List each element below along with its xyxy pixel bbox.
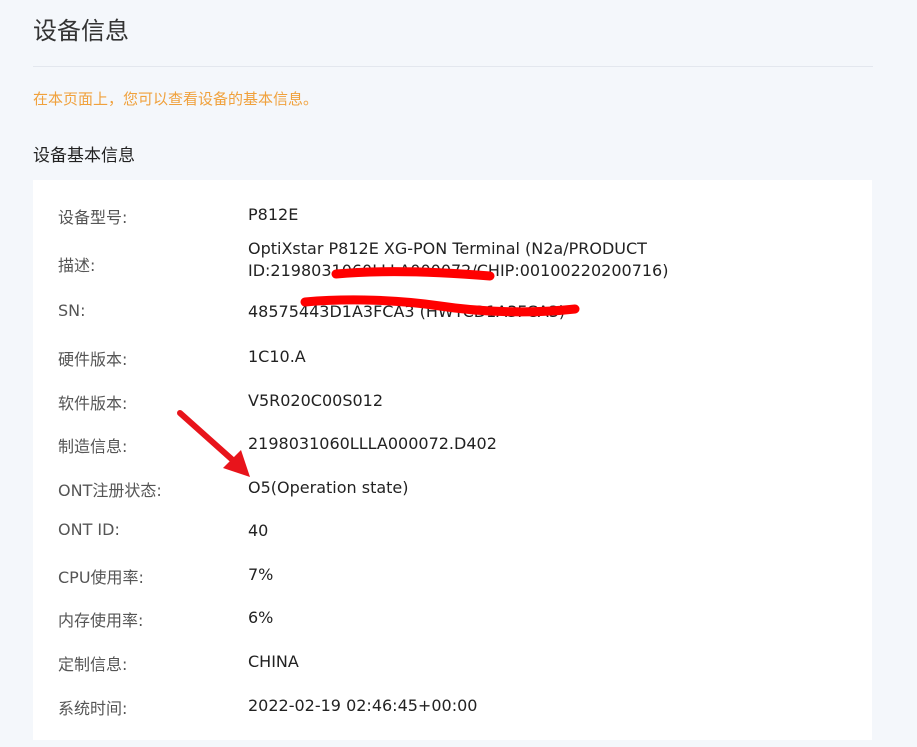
cpu-usage-value: 7%	[248, 565, 274, 584]
info-row-sn: SN: 4857544​3D1A3FCA3 (HWTC​D1A3FCA3)	[33, 299, 872, 323]
page-title: 设备信息	[33, 17, 129, 45]
title-divider	[33, 66, 873, 67]
info-row-cpu-usage: CPU使用率: 7%	[33, 562, 872, 587]
info-row-ont-id: ONT ID: 40	[33, 518, 872, 542]
info-row-ont-register-state: ONT注册状态: O5(Operation state)	[33, 475, 872, 500]
manufacture-info-value: 2198031060LLLA000072.D402	[248, 434, 497, 453]
section-title: 设备基本信息	[33, 146, 135, 166]
info-row-model: 设备型号: P812E	[33, 202, 872, 227]
software-version-value: V5R020C00S012	[248, 391, 384, 410]
sn-label: SN:	[58, 301, 86, 320]
description-line-2: ID:21980310​60LLLA000072/CHIP:0010022020…	[248, 261, 669, 280]
manufacture-info-label: 制造信息:	[58, 437, 128, 456]
device-info-page: 设备信息 在本页面上，您可以查看设备的基本信息。 设备基本信息 设备型号: P8…	[0, 0, 917, 747]
cpu-usage-label: CPU使用率:	[58, 568, 144, 587]
ont-register-state-label: ONT注册状态:	[58, 481, 162, 500]
model-value: P812E	[248, 205, 299, 224]
hardware-version-value: 1C10.A	[248, 347, 306, 366]
custom-info-label: 定制信息:	[58, 655, 128, 674]
memory-usage-value: 6%	[248, 608, 274, 627]
software-version-label: 软件版本:	[58, 394, 128, 413]
hardware-version-label: 硬件版本:	[58, 350, 128, 369]
ont-id-label: ONT ID:	[58, 520, 120, 539]
description-label: 描述:	[58, 256, 96, 275]
model-label: 设备型号:	[58, 208, 128, 227]
info-row-hardware-version: 硬件版本: 1C10.A	[33, 344, 872, 369]
description-line-1: OptiXstar P812E XG-PON Terminal (N2a/PRO…	[248, 239, 647, 258]
device-info-card: 设备型号: P812E 描述: OptiXstar P812E XG-PON T…	[33, 180, 872, 740]
info-row-manufacture-info: 制造信息: 2198031060LLLA000072.D402	[33, 431, 872, 456]
page-hint: 在本页面上，您可以查看设备的基本信息。	[33, 90, 319, 108]
ont-register-state-value: O5(Operation state)	[248, 478, 409, 497]
info-row-custom-info: 定制信息: CHINA	[33, 649, 872, 674]
info-row-memory-usage: 内存使用率: 6%	[33, 605, 872, 630]
description-value: OptiXstar P812E XG-PON Terminal (N2a/PRO…	[248, 238, 848, 282]
info-row-software-version: 软件版本: V5R020C00S012	[33, 388, 872, 413]
custom-info-value: CHINA	[248, 652, 299, 671]
info-row-system-time: 系统时间: 2022-02-19 02:46:45+00:00	[33, 693, 872, 718]
info-row-description: 描述: OptiXstar P812E XG-PON Terminal (N2a…	[33, 238, 872, 288]
system-time-label: 系统时间:	[58, 699, 128, 718]
memory-usage-label: 内存使用率:	[58, 611, 144, 630]
sn-value: 4857544​3D1A3FCA3 (HWTC​D1A3FCA3)	[248, 302, 566, 321]
system-time-value: 2022-02-19 02:46:45+00:00	[248, 696, 478, 715]
ont-id-value: 40	[248, 521, 269, 540]
